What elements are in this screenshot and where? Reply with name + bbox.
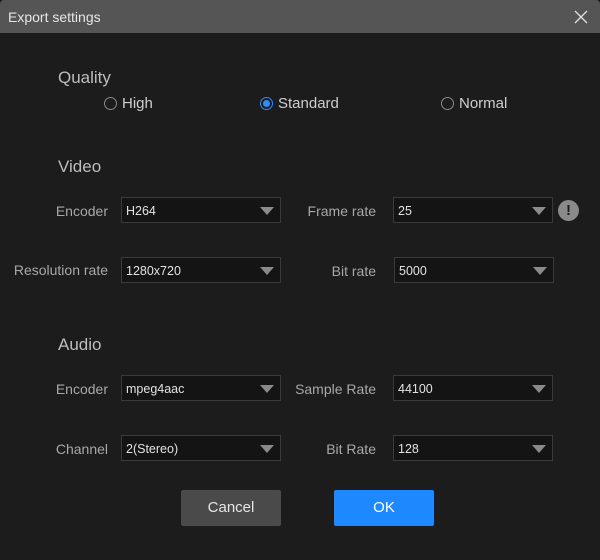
select-value: 44100: [398, 382, 433, 396]
select-value: 25: [398, 204, 412, 218]
video-bit-rate-label: Bit rate: [331, 263, 376, 279]
quality-radio-high[interactable]: High: [104, 95, 153, 112]
quality-radio-standard[interactable]: Standard: [260, 95, 339, 112]
frame-rate-label: Frame rate: [307, 203, 376, 219]
dropdown-arrow-icon: [532, 445, 546, 453]
select-value: 1280x720: [126, 264, 181, 278]
dropdown-arrow-icon: [532, 207, 546, 215]
radio-label: Normal: [459, 95, 508, 112]
radio-circle-icon: [104, 97, 117, 110]
select-value: 128: [398, 442, 419, 456]
exclamation-icon[interactable]: !: [558, 200, 579, 221]
dropdown-arrow-icon: [260, 207, 274, 215]
select-value: H264: [126, 204, 156, 218]
audio-bit-rate-select[interactable]: 128: [393, 435, 553, 461]
quality-radio-normal[interactable]: Normal: [441, 95, 507, 112]
dialog-title: Export settings: [8, 9, 101, 25]
radio-checked-icon: [260, 97, 273, 110]
channel-label: Channel: [55, 441, 108, 457]
radio-circle-icon: [441, 97, 454, 110]
video-encoder-select[interactable]: H264: [121, 197, 281, 223]
radio-label: High: [122, 95, 153, 112]
frame-rate-select[interactable]: 25: [393, 197, 553, 223]
ok-button[interactable]: OK: [334, 490, 434, 526]
close-icon[interactable]: [570, 6, 592, 28]
radio-label: Standard: [278, 95, 339, 112]
resolution-label: Resolution rate: [13, 262, 108, 278]
select-value: mpeg4aac: [126, 382, 185, 396]
quality-heading: Quality: [58, 68, 111, 87]
channel-select[interactable]: 2(Stereo): [121, 435, 281, 461]
dropdown-arrow-icon: [533, 267, 547, 275]
select-value: 2(Stereo): [126, 442, 179, 456]
video-encoder-label: Encoder: [55, 203, 108, 219]
export-settings-dialog: Export settings Quality High Standard No…: [0, 0, 600, 560]
audio-encoder-label: Encoder: [55, 381, 108, 397]
dropdown-arrow-icon: [532, 385, 546, 393]
audio-encoder-select[interactable]: mpeg4aac: [121, 375, 281, 401]
dropdown-arrow-icon: [260, 445, 274, 453]
audio-heading: Audio: [58, 335, 102, 354]
video-heading: Video: [58, 157, 102, 176]
sample-rate-select[interactable]: 44100: [393, 375, 553, 401]
select-value: 5000: [399, 264, 427, 278]
dropdown-arrow-icon: [260, 267, 274, 275]
sample-rate-label: Sample Rate: [295, 381, 376, 397]
resolution-select[interactable]: 1280x720: [121, 257, 281, 283]
cancel-button[interactable]: Cancel: [181, 490, 281, 526]
dropdown-arrow-icon: [260, 385, 274, 393]
audio-bit-rate-label: Bit Rate: [326, 441, 376, 457]
title-bar: Export settings: [0, 0, 600, 33]
video-bit-rate-select[interactable]: 5000: [394, 257, 554, 283]
